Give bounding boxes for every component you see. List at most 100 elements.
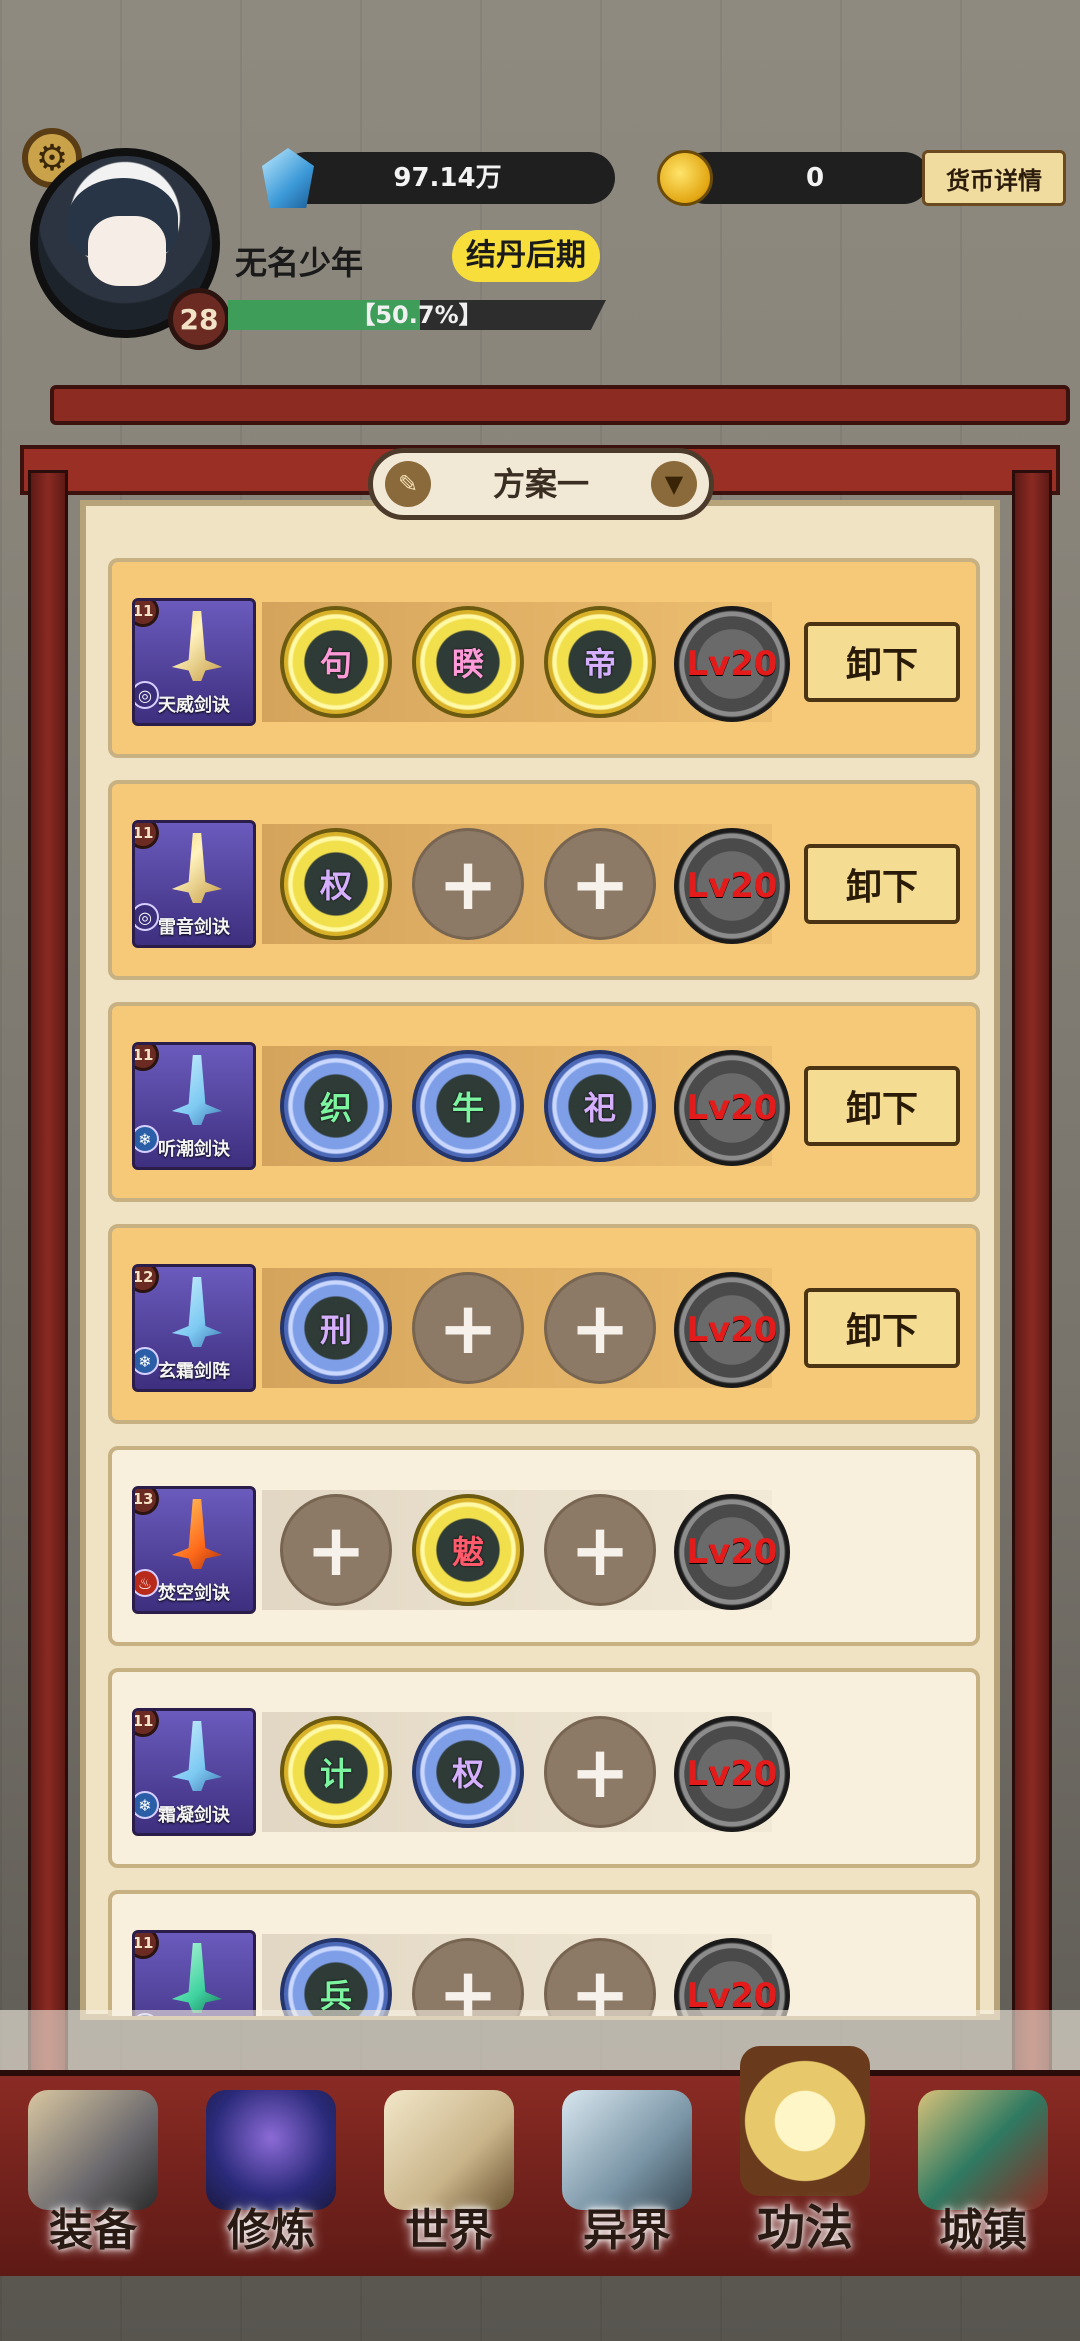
rune-glyph: 权 — [451, 1755, 484, 1793]
armor-icon — [28, 2090, 158, 2210]
skill-card[interactable]: 11❄ — [132, 1930, 256, 2016]
nav-label: 异界 — [583, 2205, 671, 2256]
nav-label: 功法 — [756, 2200, 853, 2256]
skill-level-badge: 11 — [135, 1711, 159, 1737]
crystal-value: 97.14万 — [393, 163, 502, 193]
plus-icon: + — [569, 1730, 631, 1814]
skill-level-badge: 12 — [135, 1267, 159, 1293]
skill-card[interactable]: 雷音剑诀 11 ◎ — [132, 820, 256, 948]
plus-icon: + — [569, 1952, 631, 2016]
skill-row[interactable]: 雷音剑诀 11 ◎ 权 + + Lv20 卸下 — [108, 780, 980, 980]
rune-glyph: 权 — [319, 867, 352, 905]
empty-slot[interactable]: + — [412, 828, 524, 940]
rune-slot[interactable]: 牛 — [412, 1050, 524, 1162]
skill-card[interactable]: 霜凝剑诀 11 ❄ — [132, 1708, 256, 1836]
skill-row[interactable]: 11❄兵++Lv20 — [108, 1890, 980, 2016]
level-requirement-badge[interactable]: Lv20 — [674, 1050, 790, 1166]
level-requirement-badge[interactable]: Lv20 — [674, 1272, 790, 1388]
rune-glyph: 织 — [319, 1089, 352, 1127]
rune-glyph: 刑 — [319, 1311, 352, 1349]
unload-button[interactable]: 卸下 — [804, 622, 960, 702]
sword-icon — [171, 1277, 223, 1347]
rune-slot[interactable]: 织 — [280, 1050, 392, 1162]
rune-slot[interactable]: 魃 — [412, 1494, 524, 1606]
plan-selector[interactable]: ✎ 方案一 ▼ — [368, 448, 714, 520]
nav-label: 城镇 — [939, 2205, 1027, 2256]
plus-icon: + — [437, 1286, 499, 1370]
xp-progress-bar: 【50.7%】 — [228, 300, 606, 330]
plus-icon: + — [437, 1952, 499, 2016]
nav-item[interactable]: 功法 — [720, 2046, 890, 2266]
rune-glyph: 睽 — [451, 645, 484, 683]
plus-icon: + — [305, 1508, 367, 1592]
empty-slot[interactable]: + — [544, 1716, 656, 1828]
wind-element-icon: ◎ — [135, 681, 159, 709]
nav-item[interactable]: 修炼 — [186, 2086, 356, 2266]
sword-icon — [171, 611, 223, 681]
player-level-badge: 28 — [168, 288, 230, 350]
sword-icon — [171, 833, 223, 903]
skill-card[interactable]: 听潮剑诀 11 ❄ — [132, 1042, 256, 1170]
skill-card[interactable]: 天威剑诀 11 ◎ — [132, 598, 256, 726]
rune-slot[interactable]: 权 — [412, 1716, 524, 1828]
nav-label: 世界 — [405, 2205, 493, 2256]
plus-icon: + — [569, 1508, 631, 1592]
skill-card[interactable]: 焚空剑诀 13 ♨ — [132, 1486, 256, 1614]
empty-slot[interactable]: + — [544, 1494, 656, 1606]
mountain-icon — [562, 2090, 692, 2210]
skill-level-badge: 11 — [135, 1045, 159, 1071]
sword-icon — [171, 1721, 223, 1791]
ice-element-icon: ❄ — [135, 1125, 159, 1153]
nav-item[interactable]: 装备 — [8, 2086, 178, 2266]
level-requirement-badge[interactable]: Lv20 — [674, 606, 790, 722]
skill-row[interactable]: 焚空剑诀 13 ♨ + 魃 + Lv20 — [108, 1446, 980, 1646]
empty-slot[interactable]: + — [544, 828, 656, 940]
plus-icon: + — [437, 842, 499, 926]
skill-list[interactable]: 天威剑诀 11 ◎ 句睽帝 Lv20 卸下 雷音剑诀 11 ◎ 权 + + Lv20 卸下 听潮剑诀 11 ❄ 织… — [108, 558, 980, 2016]
skill-row[interactable]: 天威剑诀 11 ◎ 句睽帝 Lv20 卸下 — [108, 558, 980, 758]
player-header: ⚙ 28 无名少年 结丹后期 【50.7%】 97.14万 0 货币详情 — [0, 0, 1080, 380]
nav-label: 修炼 — [227, 2205, 315, 2256]
empty-slot[interactable]: + — [544, 1272, 656, 1384]
skill-card[interactable]: 玄霜剑阵 12 ❄ — [132, 1264, 256, 1392]
level-requirement-badge[interactable]: Lv20 — [674, 828, 790, 944]
rune-glyph: 魃 — [451, 1533, 484, 1571]
sword-icon — [171, 1943, 223, 2013]
nav-item[interactable]: 世界 — [364, 2086, 534, 2266]
fire-element-icon: ♨ — [135, 1569, 159, 1597]
nav-label: 装备 — [49, 2205, 137, 2256]
rune-slot[interactable]: 祀 — [544, 1050, 656, 1162]
level-requirement-badge[interactable]: Lv20 — [674, 1716, 790, 1832]
skill-level-badge: 11 — [135, 601, 159, 627]
unload-button[interactable]: 卸下 — [804, 1066, 960, 1146]
nav-item[interactable]: 城镇 — [898, 2086, 1068, 2266]
empty-slot[interactable]: + — [280, 1494, 392, 1606]
coin-currency-bar: 0 — [680, 152, 930, 204]
rune-glyph: 祀 — [583, 1089, 616, 1127]
rune-slot[interactable]: 帝 — [544, 606, 656, 718]
skill-row[interactable]: 听潮剑诀 11 ❄ 织牛祀 Lv20 卸下 — [108, 1002, 980, 1202]
sword-icon — [171, 1055, 223, 1125]
rune-slot[interactable]: 权 — [280, 828, 392, 940]
rune-glyph: 牛 — [451, 1089, 484, 1127]
rune-slot[interactable]: 刑 — [280, 1272, 392, 1384]
unload-button[interactable]: 卸下 — [804, 844, 960, 924]
level-requirement-badge[interactable]: Lv20 — [674, 1494, 790, 1610]
rune-glyph: 帝 — [583, 645, 616, 683]
rune-slot[interactable]: 计 — [280, 1716, 392, 1828]
skill-row[interactable]: 霜凝剑诀 11 ❄ 计 权 + Lv20 — [108, 1668, 980, 1868]
plus-icon: + — [569, 842, 631, 926]
skill-row[interactable]: 玄霜剑阵 12 ❄ 刑 + + Lv20 卸下 — [108, 1224, 980, 1424]
sword-icon — [171, 1499, 223, 1569]
rune-slot[interactable]: 睽 — [412, 606, 524, 718]
currency-detail-button[interactable]: 货币详情 — [922, 150, 1066, 206]
unload-button[interactable]: 卸下 — [804, 1288, 960, 1368]
gate-icon — [918, 2090, 1048, 2210]
chevron-down-icon[interactable]: ▼ — [651, 461, 697, 507]
nav-item[interactable]: 异界 — [542, 2086, 712, 2266]
empty-slot[interactable]: + — [412, 1272, 524, 1384]
list-fade — [0, 2010, 1080, 2070]
scroll-map-icon — [384, 2090, 514, 2210]
rune-slot[interactable]: 句 — [280, 606, 392, 718]
plus-icon: + — [569, 1286, 631, 1370]
